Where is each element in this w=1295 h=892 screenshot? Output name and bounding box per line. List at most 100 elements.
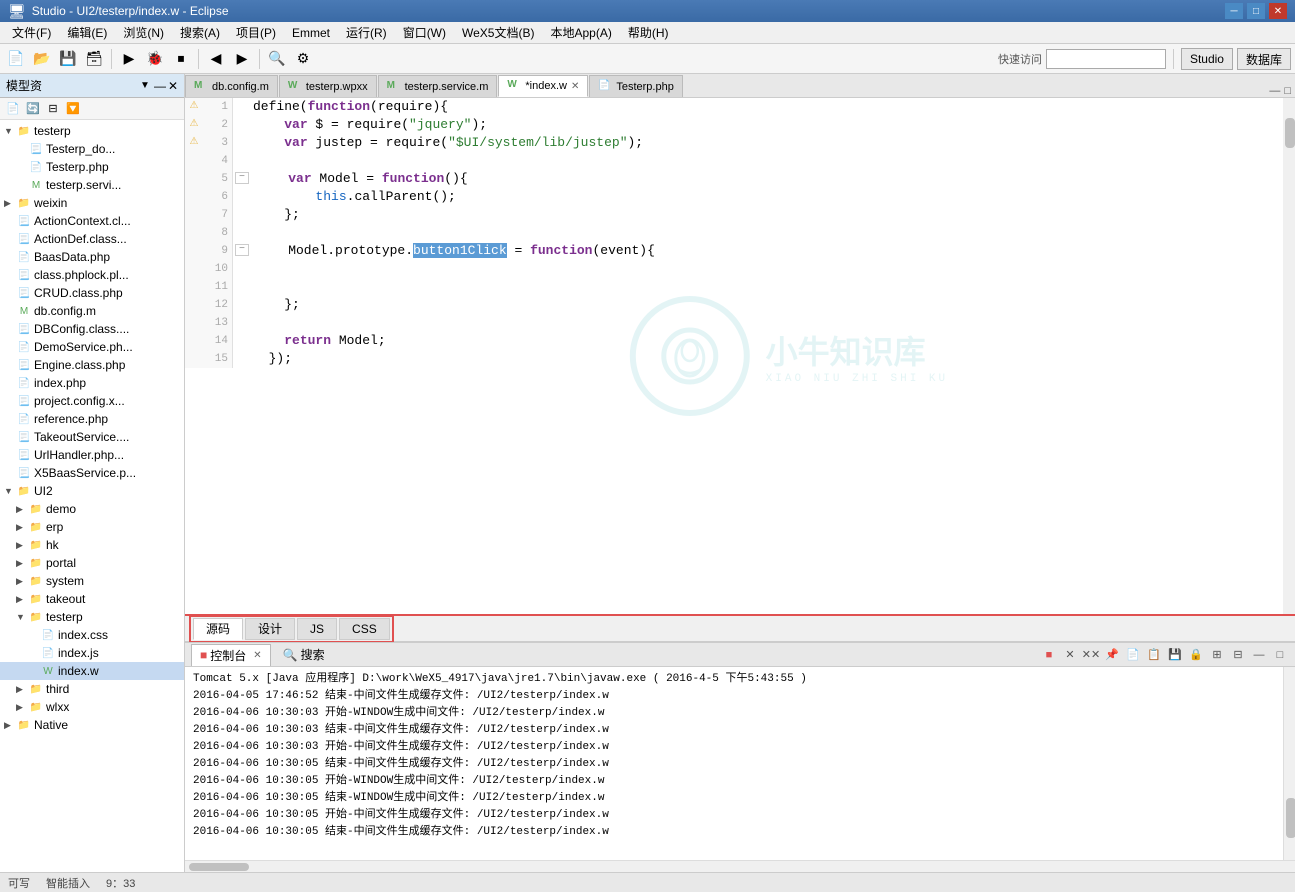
tree-item-hk[interactable]: ▶ 📁 hk [0,536,184,554]
tree-item-index-js[interactable]: 📄 index.js [0,644,184,662]
tab-testerp-service[interactable]: M testerp.service.m [378,75,498,97]
tree-item-demoservice[interactable]: 📄 DemoService.ph... [0,338,184,356]
tab-bar-max-btn[interactable]: □ [1284,85,1291,97]
close-button[interactable]: ✕ [1269,3,1287,19]
tree-item-takeout[interactable]: 📃 TakeoutService.... [0,428,184,446]
console-pin-btn[interactable]: 📌 [1103,646,1121,664]
tab-css[interactable]: CSS [339,618,390,640]
panel-tb-new[interactable]: 📄 [4,100,22,118]
tree-item-crud[interactable]: 📃 CRUD.class.php [0,284,184,302]
console-tab-search[interactable]: 🔍 搜索 [275,644,333,665]
panel-tb-filter[interactable]: 🔽 [64,100,82,118]
tree-item-testerp-servi[interactable]: M testerp.servi... [0,176,184,194]
tree-item-engine[interactable]: 📃 Engine.class.php [0,356,184,374]
console-tab-main[interactable]: ■ 控制台 ✕ [191,644,271,666]
menu-project[interactable]: 项目(P) [228,22,284,43]
console-expand-btn[interactable]: ⊞ [1208,646,1226,664]
tb-run[interactable]: ▶ [117,47,141,71]
console-hscroll[interactable] [185,860,1295,872]
tree-item-baasdata[interactable]: 📄 BaasData.php [0,248,184,266]
fold-icon-9[interactable]: − [235,244,249,256]
panel-tb-refresh[interactable]: 🔄 [24,100,42,118]
console-collapse-btn[interactable]: ⊟ [1229,646,1247,664]
tb-save[interactable]: 💾 [56,47,80,71]
tree-item-wlxx[interactable]: ▶ 📁 wlxx [0,698,184,716]
studio-button[interactable]: Studio [1181,48,1233,70]
tree-item-reference[interactable]: 📄 reference.php [0,410,184,428]
tb-search[interactable]: 🔍 [265,47,289,71]
tree-item-actiondef[interactable]: 📃 ActionDef.class... [0,230,184,248]
console-stop-btn[interactable]: ■ [1040,646,1058,664]
code-scroll-y[interactable] [1283,98,1295,614]
tree-item-x5baas[interactable]: 📃 X5BaasService.p... [0,464,184,482]
panel-collapse-button[interactable]: — [154,79,166,93]
menu-localapp[interactable]: 本地App(A) [542,22,619,43]
tree-item-urlhandler[interactable]: 📃 UrlHandler.php... [0,446,184,464]
console-max-btn[interactable]: □ [1271,646,1289,664]
menu-browse[interactable]: 浏览(N) [115,22,172,43]
menu-search[interactable]: 搜索(A) [172,22,228,43]
tb-stop[interactable]: ⏹ [169,47,193,71]
tab-close-icon[interactable]: ✕ [571,81,579,92]
tree-item-testerp[interactable]: ▼ 📁 testerp [0,122,184,140]
tab-index-w[interactable]: W *index.w ✕ [498,75,588,97]
tree-item-dbconfig-m[interactable]: M db.config.m [0,302,184,320]
tree-item-system[interactable]: ▶ 📁 system [0,572,184,590]
console-body[interactable]: Tomcat 5.x [Java 应用程序] D:\work\WeX5_4917… [185,667,1283,860]
tb-debug[interactable]: 🐞 [143,47,167,71]
minimize-button[interactable]: ─ [1225,3,1243,19]
quick-access-input[interactable] [1046,49,1166,69]
panel-min-button[interactable]: ✕ [168,79,178,93]
tree-item-index-css[interactable]: 📄 index.css [0,626,184,644]
tab-testerp-php[interactable]: 📄 Testerp.php [589,75,682,97]
console-clear-btn[interactable]: ✕ [1061,646,1079,664]
tree-item-testerp-do[interactable]: 📃 Testerp_do... [0,140,184,158]
tab-testerp-wp[interactable]: W testerp.wpxx [279,75,377,97]
editor-container[interactable]: 小牛知识库 XIAO NIU ZHI SHI KU ⚠ 1 define(fun… [185,98,1283,614]
tree-item-portal[interactable]: ▶ 📁 portal [0,554,184,572]
tb-new[interactable]: 📄 [4,47,28,71]
menu-window[interactable]: 窗口(W) [395,22,454,43]
maximize-button[interactable]: □ [1247,3,1265,19]
menu-edit[interactable]: 编辑(E) [59,22,115,43]
tb-open[interactable]: 📂 [30,47,54,71]
tree-item-demo[interactable]: ▶ 📁 demo [0,500,184,518]
tree-item-project-config[interactable]: 📃 project.config.x... [0,392,184,410]
menu-help[interactable]: 帮助(H) [620,22,677,43]
code-editor[interactable]: 小牛知识库 XIAO NIU ZHI SHI KU ⚠ 1 define(fun… [185,98,1283,614]
console-copy-btn[interactable]: 📋 [1145,646,1163,664]
fold-icon-5[interactable]: − [235,172,249,184]
tree-item-weixin[interactable]: ▶ 📁 weixin [0,194,184,212]
tree-item-testerp-ui2[interactable]: ▼ 📁 testerp [0,608,184,626]
tree-item-erp[interactable]: ▶ 📁 erp [0,518,184,536]
tab-source[interactable]: 源码 [193,618,243,640]
tree-item-actioncontext[interactable]: 📃 ActionContext.cl... [0,212,184,230]
tree-item-native[interactable]: ▶ 📁 Native [0,716,184,734]
tab-design[interactable]: 设计 [245,618,295,640]
tb-settings[interactable]: ⚙ [291,47,315,71]
menu-wex5docs[interactable]: WeX5文档(B) [454,22,542,43]
tree-item-third[interactable]: ▶ 📁 third [0,680,184,698]
menu-run[interactable]: 运行(R) [338,22,395,43]
database-button[interactable]: 数据库 [1237,48,1291,70]
tree-item-classphplock[interactable]: 📃 class.phplock.pl... [0,266,184,284]
console-hscroll-bar[interactable] [189,863,249,871]
tab-db-config[interactable]: M db.config.m [185,75,278,97]
tab-js[interactable]: JS [297,618,337,640]
tb-forward[interactable]: ▶ [230,47,254,71]
panel-menu-icon[interactable]: ▼ [140,80,150,91]
tree-item-index-w[interactable]: W index.w [0,662,184,680]
console-save-btn[interactable]: 💾 [1166,646,1184,664]
tree-item-testerp-php[interactable]: 📄 Testerp.php [0,158,184,176]
tab-bar-min-btn[interactable]: — [1269,85,1280,97]
tree-item-dbconfig-class[interactable]: 📃 DBConfig.class.... [0,320,184,338]
menu-file[interactable]: 文件(F) [4,22,59,43]
tb-save-all[interactable]: 🗃 [82,47,106,71]
console-tab-close[interactable]: ✕ [253,650,261,661]
tree-item-index-php[interactable]: 📄 index.php [0,374,184,392]
console-scrollbar-y[interactable] [1283,667,1295,860]
panel-tb-collapse[interactable]: ⊟ [44,100,62,118]
console-scroll-lock-btn[interactable]: 🔒 [1187,646,1205,664]
console-remove-btn[interactable]: ✕✕ [1082,646,1100,664]
menu-emmet[interactable]: Emmet [284,24,338,42]
